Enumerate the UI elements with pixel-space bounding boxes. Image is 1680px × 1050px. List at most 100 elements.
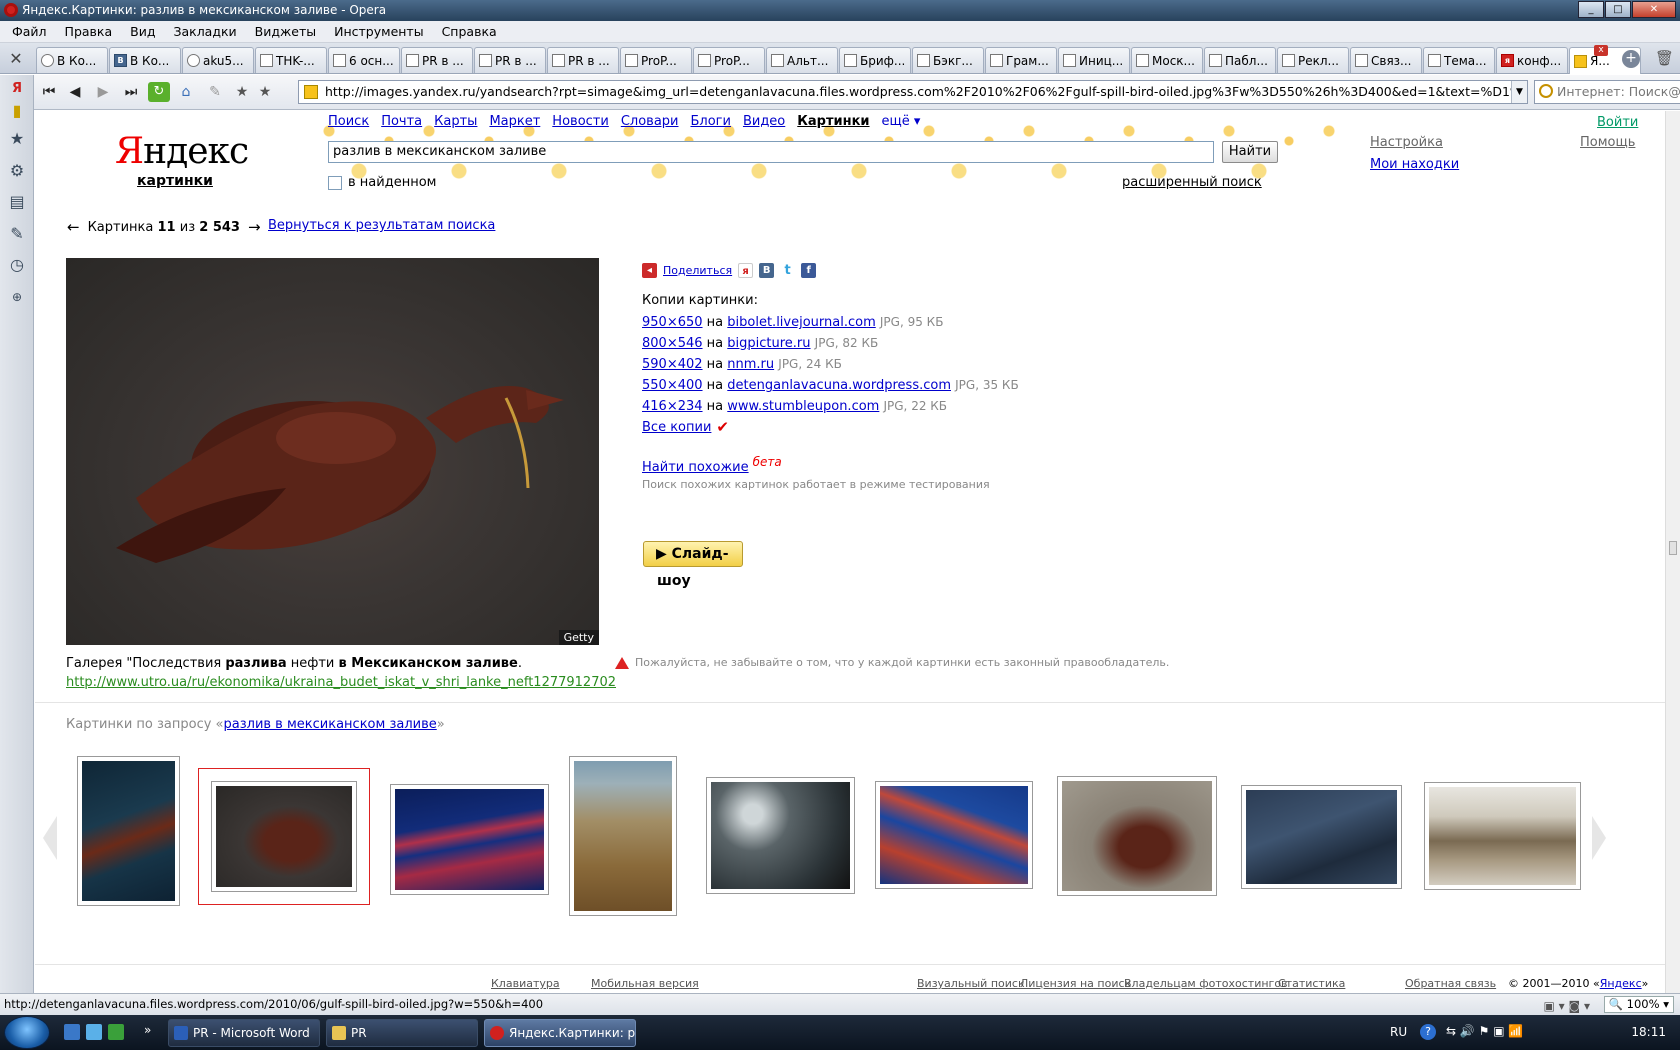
share-icon[interactable]: ◂ <box>642 263 657 278</box>
browser-tab[interactable]: Бэкг... <box>912 47 984 73</box>
copy-size-link[interactable]: 590×402 <box>642 357 703 372</box>
thumbnail[interactable] <box>390 784 549 895</box>
service-dictionaries[interactable]: Словари <box>621 114 679 129</box>
browser-tab[interactable]: Связ... <box>1350 47 1422 73</box>
advanced-search-link[interactable]: расширенный поиск <box>1122 175 1262 190</box>
thumbnail[interactable] <box>77 756 180 906</box>
footer-keyboard-link[interactable]: Клавиатура <box>491 977 560 990</box>
browser-tab[interactable]: Альт... <box>766 47 838 73</box>
clock[interactable]: 18:11 <box>1631 1025 1666 1039</box>
trash-icon[interactable]: 🗑 <box>1655 49 1674 67</box>
start-button[interactable] <box>4 1016 50 1049</box>
menu-view[interactable]: Вид <box>122 24 165 39</box>
browser-tab[interactable]: В Ко... <box>36 47 108 73</box>
copy-site-link[interactable]: bigpicture.ru <box>727 336 810 351</box>
in-results-checkbox[interactable] <box>328 175 342 190</box>
task-folder[interactable]: PR <box>326 1019 478 1047</box>
help-link[interactable]: Помощь <box>1580 135 1635 150</box>
find-similar-link[interactable]: Найти похожие <box>642 460 749 475</box>
service-images[interactable]: Картинки <box>797 114 869 129</box>
status-icons[interactable]: ▣ ▾ ◙ ▾ <box>1544 996 1590 1016</box>
service-mail[interactable]: Почта <box>381 114 422 129</box>
browser-tab[interactable]: Рекл... <box>1277 47 1349 73</box>
tray-icons[interactable]: ⇆ 🔊 ⚑ ▣ 📶 <box>1446 1024 1523 1038</box>
close-tab-button[interactable]: x <box>1594 45 1608 56</box>
app-quicklaunch-icon[interactable] <box>108 1024 124 1040</box>
share-link[interactable]: Поделиться <box>663 264 732 277</box>
menu-bookmarks[interactable]: Закладки <box>165 24 246 39</box>
thumbnail[interactable] <box>569 756 677 916</box>
login-link[interactable]: Войти <box>1597 115 1638 130</box>
links-icon[interactable]: ✎ <box>7 224 27 244</box>
web-search-input[interactable]: Интернет: Поиск@mail.ru <box>1534 80 1680 104</box>
thumbnail[interactable] <box>1057 776 1217 896</box>
thumbnail-selected[interactable] <box>198 768 370 905</box>
prev-image-arrow[interactable]: ← <box>67 218 80 236</box>
language-indicator[interactable]: RU <box>1390 1025 1407 1039</box>
logo-subtitle[interactable]: картинки <box>115 173 235 189</box>
menu-file[interactable]: Файл <box>4 24 57 39</box>
footer-photo-hosting-link[interactable]: Владельцам фотохостингов <box>1124 977 1288 990</box>
maximize-button[interactable]: □ <box>1605 1 1631 18</box>
browser-tab[interactable]: я конф... <box>1496 47 1568 73</box>
browser-tab[interactable]: Бриф... <box>839 47 911 73</box>
browser-tab[interactable]: PR в ... <box>547 47 619 73</box>
copy-size-link[interactable]: 416×234 <box>642 399 703 414</box>
show-desktop-icon[interactable] <box>64 1024 80 1040</box>
thumbnail[interactable] <box>1424 782 1581 890</box>
browser-tab[interactable]: PR в ... <box>474 47 546 73</box>
browser-tab[interactable]: ProP... <box>620 47 692 73</box>
service-blogs[interactable]: Блоги <box>690 114 730 129</box>
browser-tab[interactable]: Пабл... <box>1204 47 1276 73</box>
browser-tab[interactable]: Грам... <box>985 47 1057 73</box>
widgets-gear-icon[interactable]: ⚙ <box>7 161 27 181</box>
slideshow-button[interactable]: ▶ Слайд- <box>643 541 743 567</box>
close-window-button[interactable]: ✕ <box>1632 1 1676 18</box>
back-to-results-link[interactable]: Вернуться к результатам поиска <box>268 218 495 233</box>
service-more[interactable]: ещё ▾ <box>882 114 921 129</box>
fast-forward-icon[interactable]: ⏭ <box>120 82 142 102</box>
copy-size-link[interactable]: 550×400 <box>642 378 703 393</box>
all-copies-link[interactable]: Все копии <box>642 420 711 435</box>
footer-mobile-link[interactable]: Мобильная версия <box>591 977 699 990</box>
in-results-option[interactable]: в найденном <box>328 175 436 190</box>
browser-tab[interactable]: Тема... <box>1423 47 1495 73</box>
thumbs-next-arrow[interactable] <box>1592 816 1606 860</box>
copy-site-link[interactable]: nnm.ru <box>727 357 774 372</box>
browser-tab[interactable]: PR в ... <box>401 47 473 73</box>
service-market[interactable]: Маркет <box>489 114 540 129</box>
minimize-button[interactable]: _ <box>1578 1 1604 18</box>
copy-size-link[interactable]: 800×546 <box>642 336 703 351</box>
task-word[interactable]: PR - Microsoft Word <box>168 1019 320 1047</box>
bookmarks-icon[interactable]: ★ <box>7 129 27 149</box>
source-url-link[interactable]: http://www.utro.ua/ru/ekonomika/ukraina_… <box>66 675 616 690</box>
history-icon[interactable]: ◷ <box>7 255 27 275</box>
back-icon[interactable]: ◀ <box>64 82 86 102</box>
notes-icon[interactable]: ▮ <box>7 101 27 121</box>
browser-tab[interactable]: ProP... <box>693 47 765 73</box>
twitter-share-icon[interactable]: t <box>780 263 796 278</box>
help-icon[interactable]: ? <box>1420 1024 1436 1040</box>
copy-site-link[interactable]: www.stumbleupon.com <box>727 399 879 414</box>
task-opera[interactable]: Яндекс.Картинки: р... <box>484 1019 636 1047</box>
ya-share-icon[interactable]: я <box>738 263 754 278</box>
service-maps[interactable]: Карты <box>434 114 477 129</box>
vk-share-icon[interactable]: В <box>759 263 775 278</box>
my-finds-link[interactable]: Мои находки <box>1370 157 1459 172</box>
browser-tab[interactable]: Моск... <box>1131 47 1203 73</box>
scrollbar-thumb[interactable] <box>1669 541 1677 555</box>
service-video[interactable]: Видео <box>743 114 785 129</box>
copy-site-link[interactable]: bibolet.livejournal.com <box>727 315 875 330</box>
wand-icon[interactable]: ★ <box>254 82 276 102</box>
address-dropdown-icon[interactable]: ▼ <box>1511 81 1527 103</box>
footer-license-link[interactable]: Лицензия на поиск <box>1020 977 1131 990</box>
zoom-control[interactable]: 🔍 100% ▾ <box>1604 996 1674 1013</box>
service-news[interactable]: Новости <box>552 114 609 129</box>
vertical-scrollbar[interactable] <box>1665 111 1680 993</box>
copy-size-link[interactable]: 950×650 <box>642 315 703 330</box>
home-icon[interactable]: ⌂ <box>175 82 197 102</box>
footer-visual-search-link[interactable]: Визуальный поиск <box>917 977 1025 990</box>
menu-edit[interactable]: Правка <box>57 24 123 39</box>
rewind-icon[interactable]: ⏮ <box>38 82 60 102</box>
service-search[interactable]: Поиск <box>328 114 369 129</box>
